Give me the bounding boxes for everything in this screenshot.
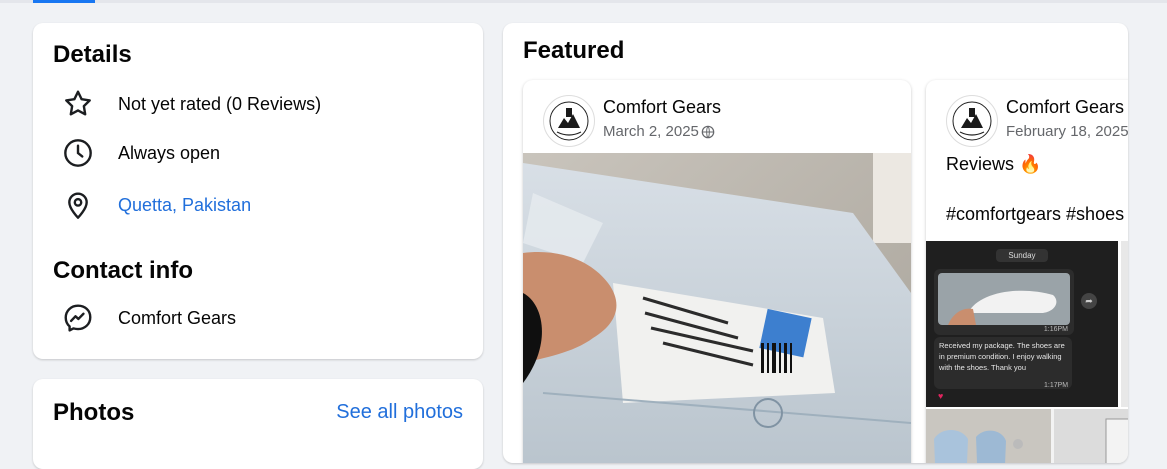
clock-icon: [61, 136, 95, 170]
post-date[interactable]: March 2, 2025: [603, 123, 715, 140]
chat-screenshot-image[interactable]: Sunday 1:16PM ➦ Received my package. The…: [926, 241, 1118, 407]
messenger-text: Comfort Gears: [118, 307, 237, 328]
chat-image-bubble: 1:16PM: [934, 269, 1074, 335]
hours-row: Always open: [33, 135, 483, 171]
details-heading: Details: [53, 41, 132, 68]
chat-message-text: Received my package. The shoes are in pr…: [939, 341, 1065, 372]
chat-day-label: Sunday: [996, 249, 1048, 262]
comfort-gears-logo-icon: [549, 101, 589, 141]
messenger-icon: [61, 301, 95, 335]
location-pin-icon: [61, 188, 95, 222]
featured-post[interactable]: Comfort Gears March 2, 2025: [523, 80, 911, 463]
see-all-photos-link[interactable]: See all photos: [336, 401, 463, 424]
details-card: Details Not yet rated (0 Reviews) Always…: [33, 23, 483, 359]
rating-row: Not yet rated (0 Reviews): [33, 86, 483, 122]
featured-card: Featured Comfort Gears March 2, 2025 Com…: [503, 23, 1128, 463]
post-date[interactable]: February 18, 2025: [1006, 123, 1128, 140]
post-author[interactable]: Comfort Gears: [603, 97, 721, 118]
top-tab-bar: [0, 0, 1167, 3]
featured-post[interactable]: Comfort Gears February 18, 2025 Reviews …: [926, 80, 1128, 463]
post-author[interactable]: Comfort Gears: [1006, 97, 1124, 118]
photos-heading: Photos: [53, 399, 135, 426]
avatar[interactable]: [946, 95, 998, 147]
photos-card: Photos See all photos: [33, 379, 483, 469]
post-photo[interactable]: [523, 153, 911, 463]
post-hashtags[interactable]: #comfortgears #shoes: [946, 204, 1124, 225]
active-tab-indicator: [33, 0, 95, 3]
comfort-gears-logo-icon: [952, 101, 992, 141]
post-text-line: Reviews 🔥: [946, 154, 1042, 174]
rating-text: Not yet rated (0 Reviews): [118, 93, 322, 114]
hours-text: Always open: [118, 142, 221, 163]
chat-time: 1:16PM: [1043, 326, 1068, 333]
star-icon: [61, 87, 95, 121]
post-image-thumb[interactable]: [1121, 241, 1128, 407]
avatar[interactable]: [543, 95, 595, 147]
forward-icon: ➦: [1081, 293, 1097, 309]
chat-time: 1:17PM: [1044, 382, 1069, 389]
messenger-row[interactable]: Comfort Gears: [33, 300, 483, 336]
post-date-text[interactable]: February 18, 2025: [1006, 123, 1128, 140]
location-link[interactable]: Quetta, Pakistan: [118, 195, 251, 216]
contact-heading: Contact info: [53, 257, 193, 284]
post-image-grid[interactable]: [926, 409, 1128, 463]
featured-heading: Featured: [523, 37, 625, 64]
globe-icon: [701, 125, 715, 138]
location-row[interactable]: Quetta, Pakistan: [33, 187, 483, 223]
heart-reaction-icon: ♥: [938, 391, 944, 401]
post-date-text[interactable]: March 2, 2025: [603, 123, 699, 140]
